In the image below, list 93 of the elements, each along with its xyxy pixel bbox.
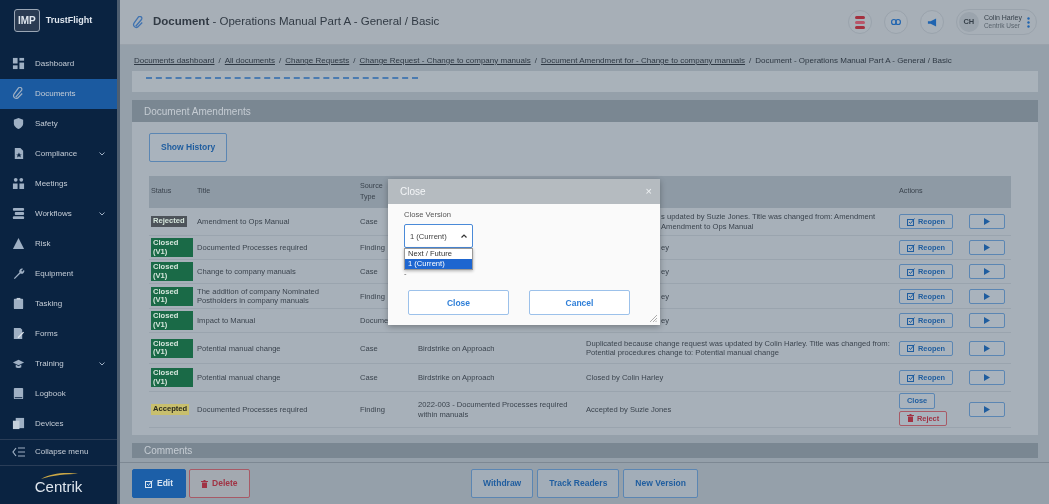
edit-icon	[907, 344, 915, 353]
sidebar-item[interactable]: Forms	[0, 318, 117, 349]
breadcrumb-separator: /	[218, 55, 221, 67]
grid-icon	[12, 57, 25, 71]
sidebar-item[interactable]: Equipment	[0, 258, 117, 289]
edit-icon	[145, 479, 153, 488]
tablet-icon	[12, 417, 25, 431]
breadcrumb-separator: /	[749, 55, 752, 67]
breadcrumb-current: Document - Operations Manual Part A - General / Basic	[755, 55, 952, 67]
chevron-down-icon	[99, 211, 105, 216]
brand-logo: Centrik	[34, 471, 83, 499]
app-name: TrustFlight	[45, 13, 93, 27]
edit-icon	[907, 373, 915, 382]
edit-icon	[907, 316, 915, 325]
open-button[interactable]	[969, 264, 1005, 280]
edit-icon	[907, 292, 915, 301]
edit-icon	[907, 243, 915, 252]
breadcrumb-link[interactable]: Change Request - Change to company manuals	[359, 55, 531, 67]
confirm-button[interactable]: Close	[408, 290, 509, 316]
trash-icon	[907, 414, 914, 423]
breadcrumb-link[interactable]: Documents dashboard	[134, 55, 215, 67]
delete-button[interactable]: Delete	[189, 469, 250, 498]
breadcrumb-separator: /	[534, 55, 537, 67]
sidebar-item[interactable]: Tasking	[0, 288, 117, 319]
stack-icon	[12, 207, 25, 221]
book-icon	[12, 387, 25, 401]
collapse-icon	[12, 447, 25, 458]
action-button[interactable]: Withdraw	[471, 469, 534, 498]
play-icon	[984, 374, 990, 382]
play-icon	[984, 406, 990, 413]
edit-button[interactable]: Edit	[132, 469, 187, 498]
sidebar-item[interactable]: Dashboard	[0, 48, 117, 79]
breadcrumb-link[interactable]: All documents	[224, 55, 275, 67]
chevron-down-icon	[99, 361, 105, 366]
open-button[interactable]	[969, 340, 1005, 356]
graduation-cap-icon	[12, 357, 25, 371]
announcement-button[interactable]	[919, 10, 944, 34]
edit-icon	[907, 267, 915, 276]
action-button[interactable]: New Version	[623, 469, 698, 498]
page-title: Document - Operations Manual Part A - General / Basic	[153, 14, 441, 30]
cancel-button[interactable]: Cancel	[529, 290, 630, 316]
resize-grip-icon	[650, 315, 657, 322]
chevron-up-icon	[461, 234, 467, 239]
play-icon	[984, 344, 990, 352]
trash-icon	[201, 479, 209, 488]
warning-triangle-icon	[12, 237, 25, 251]
paperclip-icon	[12, 87, 25, 101]
sidebar-item[interactable]: Training	[0, 348, 117, 379]
edit-icon	[907, 217, 915, 226]
open-button[interactable]	[969, 370, 1005, 386]
sidebar-item[interactable]: Logbook	[0, 378, 117, 409]
sidebar-item[interactable]: Documents	[0, 78, 117, 109]
play-icon	[984, 244, 990, 252]
sidebar-item[interactable]: Compliance	[0, 138, 117, 169]
sidebar-item[interactable]: Workflows	[0, 198, 117, 229]
clipboard-icon	[12, 297, 25, 311]
play-icon	[984, 292, 990, 300]
breadcrumb-separator: /	[279, 55, 282, 67]
sidebar-item[interactable]: Safety	[0, 108, 117, 139]
paperclip-icon	[132, 15, 145, 29]
play-icon	[984, 317, 990, 325]
sidebar-item[interactable]: Devices	[0, 408, 117, 439]
breadcrumb-separator: /	[353, 55, 356, 67]
database-button[interactable]	[847, 10, 872, 34]
action-button[interactable]: Track Readers	[537, 469, 620, 498]
breadcrumb-link[interactable]: Document Amendment for - Change to company manuals	[540, 55, 746, 67]
open-button[interactable]	[969, 288, 1005, 304]
dialog-title: Close	[400, 185, 427, 199]
shield-icon	[12, 117, 25, 131]
people-icon	[12, 177, 25, 191]
link-icon	[890, 18, 901, 26]
logo-badge: IMP	[14, 8, 40, 32]
link-button[interactable]	[883, 10, 908, 34]
sidebar-item[interactable]: Risk	[0, 228, 117, 259]
kebab-menu-icon	[1027, 16, 1030, 28]
collapse-menu-button[interactable]: Collapse menu	[0, 438, 117, 467]
open-button[interactable]	[969, 402, 1005, 417]
panel-header: Comments	[132, 442, 1038, 458]
panel-header: Document Amendments	[132, 100, 1038, 122]
chevron-down-icon	[99, 151, 105, 156]
document-icon	[12, 147, 25, 161]
megaphone-icon	[926, 16, 937, 28]
open-button[interactable]	[969, 214, 1005, 229]
show-history-button[interactable]: Show History	[149, 133, 228, 162]
play-icon	[984, 218, 990, 225]
sidebar-item[interactable]: Meetings	[0, 168, 117, 199]
form-icon	[12, 327, 25, 341]
breadcrumb-link[interactable]: Change Requests	[285, 55, 350, 67]
stack-icon	[854, 15, 865, 29]
open-button[interactable]	[969, 240, 1005, 256]
play-icon	[984, 268, 990, 276]
wrench-icon	[12, 267, 25, 281]
open-button[interactable]	[969, 313, 1005, 329]
